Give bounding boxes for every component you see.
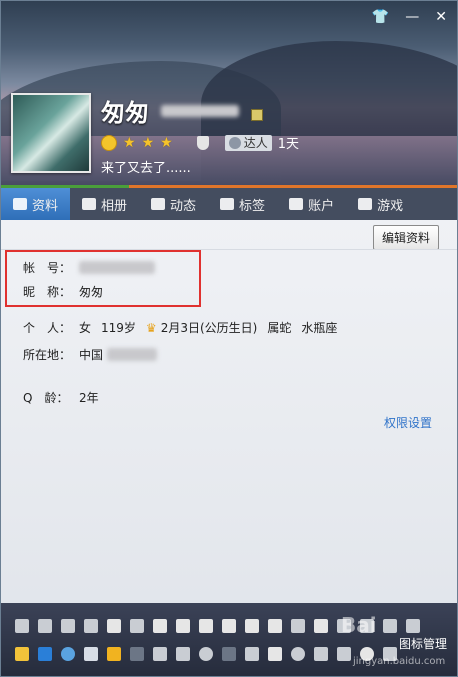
diamond-icon[interactable] bbox=[222, 619, 236, 633]
camera-icon[interactable] bbox=[38, 647, 52, 661]
tab-tags[interactable]: 标签 bbox=[208, 188, 277, 220]
diamond-icon[interactable] bbox=[176, 619, 190, 633]
people-icon bbox=[228, 136, 241, 149]
watermark-site: jingyan.baidu.com bbox=[353, 656, 446, 667]
edit-pencil-icon[interactable] bbox=[251, 109, 263, 121]
star-icon[interactable] bbox=[15, 647, 29, 661]
birthday: 2月3日(公历生日) bbox=[160, 321, 258, 335]
nickname-row: 昵 称： 匆匆 bbox=[23, 283, 103, 300]
age: 119岁 bbox=[101, 321, 136, 335]
tab-label: 标签 bbox=[239, 198, 266, 214]
qage-row: Q 龄： 2年 bbox=[23, 389, 99, 406]
active-days: 1天 bbox=[277, 137, 299, 152]
icon-row-bottom bbox=[15, 647, 397, 661]
tab-label: 游戏 bbox=[377, 198, 404, 214]
medal-icon[interactable] bbox=[84, 619, 98, 633]
redacted-account bbox=[161, 105, 239, 117]
permission-settings-link[interactable]: 权限设置 bbox=[384, 414, 432, 431]
close-icon[interactable]: ✕ bbox=[435, 9, 447, 25]
account-row: 帐 号： bbox=[23, 259, 155, 276]
app-icon[interactable] bbox=[130, 647, 144, 661]
game-icon[interactable] bbox=[337, 647, 351, 661]
personal-row: 个 人： 女 119岁 ♛ 2月3日(公历生日) 属蛇 水瓶座 bbox=[23, 319, 337, 336]
star-icon: ★ bbox=[141, 134, 155, 151]
location-value: 中国 bbox=[79, 348, 104, 362]
minimize-icon[interactable]: — bbox=[405, 9, 419, 25]
photo-album-icon bbox=[82, 198, 97, 210]
sun-level-icon bbox=[101, 134, 117, 151]
account-label: 帐 号： bbox=[23, 261, 72, 275]
signature[interactable]: 来了又去了...... bbox=[101, 157, 191, 176]
medal-icon[interactable] bbox=[130, 619, 144, 633]
tab-label: 资料 bbox=[32, 198, 59, 214]
location-label: 所在地： bbox=[23, 348, 72, 362]
feed-list-icon bbox=[151, 198, 166, 210]
diamond-icon[interactable] bbox=[107, 619, 121, 633]
tab-label: 动态 bbox=[170, 198, 197, 214]
mail-icon[interactable] bbox=[84, 647, 98, 661]
medal-icon[interactable] bbox=[38, 619, 52, 633]
qzone-icon[interactable] bbox=[61, 647, 75, 661]
diamond-icon[interactable] bbox=[245, 619, 259, 633]
redacted-account-number bbox=[79, 261, 155, 274]
constellation: 水瓶座 bbox=[301, 321, 338, 335]
redacted-location bbox=[107, 348, 158, 361]
vip-icon[interactable] bbox=[107, 647, 121, 661]
nickname-value: 匆匆 bbox=[79, 285, 104, 299]
shield-icon[interactable] bbox=[153, 647, 167, 661]
diamond-icon[interactable] bbox=[268, 619, 282, 633]
tab-accent-line bbox=[129, 185, 457, 188]
diamond-icon[interactable] bbox=[153, 619, 167, 633]
nickname-title: 匆匆 bbox=[101, 99, 149, 127]
crown-icon: ♛ bbox=[145, 320, 157, 335]
star-icon: ★ bbox=[160, 134, 173, 151]
medal-icon[interactable] bbox=[383, 619, 397, 633]
shield-icon[interactable] bbox=[176, 647, 190, 661]
zodiac: 属蛇 bbox=[267, 321, 292, 335]
tab-games[interactable]: 游戏 bbox=[346, 188, 415, 220]
medal-icon[interactable] bbox=[15, 619, 29, 633]
tab-album[interactable]: 相册 bbox=[70, 188, 139, 220]
window-controls: 👕 — ✕ bbox=[372, 9, 447, 25]
location-row: 所在地： 中国 bbox=[23, 346, 158, 363]
diamond-icon[interactable] bbox=[314, 619, 328, 633]
pet-icon[interactable] bbox=[268, 647, 282, 661]
level-row: ★ ★ ★ 达人 1天 bbox=[101, 133, 299, 152]
moon-icon[interactable] bbox=[291, 647, 305, 661]
medal-icon[interactable] bbox=[291, 619, 305, 633]
gender: 女 bbox=[79, 321, 92, 335]
qage-label: Q 龄： bbox=[23, 391, 69, 405]
icon-management-link[interactable]: 图标管理 bbox=[399, 635, 447, 652]
avatar[interactable] bbox=[11, 93, 91, 173]
personal-label: 个 人： bbox=[23, 321, 72, 335]
game-icon[interactable] bbox=[245, 647, 259, 661]
edit-profile-button[interactable]: 编辑资料 bbox=[372, 225, 439, 250]
talent-badge[interactable]: 达人 bbox=[224, 134, 272, 151]
music-icon[interactable] bbox=[199, 647, 213, 661]
game-icon[interactable] bbox=[222, 647, 236, 661]
medal-icon[interactable] bbox=[61, 619, 75, 633]
bookmark-icon bbox=[220, 198, 235, 210]
star-icon: ★ bbox=[123, 134, 136, 151]
diamond-icon[interactable] bbox=[199, 619, 213, 633]
talent-badge-label: 达人 bbox=[243, 136, 268, 150]
medal-icon[interactable] bbox=[196, 135, 209, 150]
nickname-label: 昵 称： bbox=[23, 285, 72, 299]
tab-label: 相册 bbox=[101, 198, 128, 214]
tab-profile[interactable]: 资料 bbox=[1, 188, 71, 220]
game-icon bbox=[358, 198, 373, 210]
shield-icon[interactable] bbox=[314, 647, 328, 661]
shirt-icon[interactable]: 👕 bbox=[372, 9, 389, 25]
watermark-logo: Bai bbox=[341, 613, 377, 637]
medal-icon[interactable] bbox=[406, 619, 420, 633]
tab-account[interactable]: 账户 bbox=[277, 188, 346, 220]
qage-value: 2年 bbox=[79, 391, 99, 405]
profile-card-icon bbox=[13, 198, 27, 210]
wallet-icon bbox=[289, 198, 304, 210]
tab-feed[interactable]: 动态 bbox=[139, 188, 208, 220]
profile-window: 👕 — ✕ 匆匆 ★ ★ ★ 达人 1天 来了又去了...... 资料 相册 动… bbox=[0, 0, 458, 677]
tab-bar: 资料 相册 动态 标签 账户 游戏 bbox=[1, 185, 457, 220]
tab-label: 账户 bbox=[308, 198, 335, 214]
